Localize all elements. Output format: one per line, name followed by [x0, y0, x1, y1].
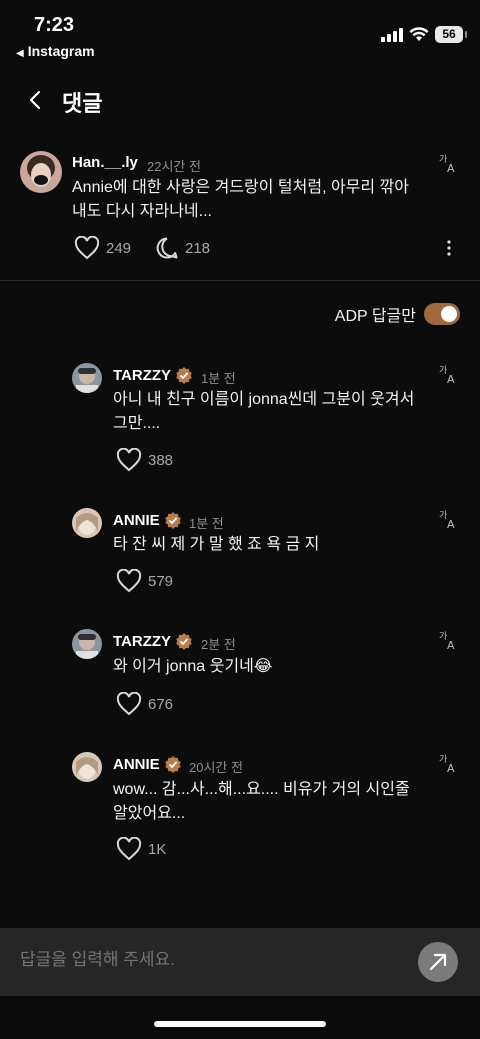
status-time: 7:23 [34, 14, 75, 36]
comment-bubble-icon [156, 237, 178, 259]
avatar[interactable] [72, 508, 102, 538]
wifi-icon [409, 27, 429, 41]
svg-text:A: A [447, 162, 455, 174]
reply-text: 와 이거 jonna 웃기네😂 [113, 655, 453, 679]
reply-text-line: 아니 내 친구 이름이 jonna씬데 그분이 웃겨서 [113, 391, 415, 408]
translate-icon[interactable]: 가 A [438, 152, 460, 174]
verified-badge-icon [176, 366, 192, 384]
reply-username-text: ANNIE [113, 756, 160, 773]
comment-text-line: Annie에 대한 사랑은 겨드랑이 털처럼, 아무리 깎아 [72, 179, 409, 196]
reply-username[interactable]: TARZZY [113, 366, 193, 384]
like-count: 1K [148, 840, 167, 858]
svg-text:A: A [447, 518, 455, 530]
status-bar: 7:23 ◀ Instagram 56 [0, 0, 480, 64]
divider [0, 280, 480, 281]
svg-text:A: A [447, 373, 455, 385]
reply-text: 타 잔 씨 제 가 말 했 죠 욕 금 지 [113, 533, 453, 557]
back-triangle-icon: ◀ [16, 48, 24, 59]
like-button[interactable]: 676 [116, 692, 173, 716]
verified-badge-icon [176, 632, 192, 650]
home-indicator[interactable] [154, 1021, 326, 1027]
avatar[interactable] [72, 752, 102, 782]
avatar[interactable] [72, 363, 102, 393]
like-button[interactable]: 579 [116, 569, 173, 593]
comment-timestamp: 22시간 전 [147, 159, 201, 174]
svg-text:A: A [447, 639, 455, 651]
reply-text-line: 타 잔 씨 제 가 말 했 죠 욕 금 지 [113, 536, 320, 553]
reply-timestamp: 2분 전 [201, 637, 236, 652]
like-button[interactable]: 1K [116, 837, 166, 861]
filter-toggle[interactable] [424, 303, 460, 325]
reply-text: wow... 감...사...해...요.... 비유가 거의 시인줄 알았어요… [113, 778, 453, 826]
comment-username[interactable]: Han.__.ly [72, 154, 138, 171]
reply-timestamp: 1분 전 [189, 516, 224, 531]
back-app-label: Instagram [27, 43, 95, 59]
translate-icon[interactable]: 가 A [438, 363, 460, 385]
verified-badge-icon [164, 755, 181, 773]
send-arrow-icon [429, 953, 447, 971]
reply-composer [0, 928, 480, 996]
back-arrow-icon[interactable] [24, 88, 48, 112]
reply-count: 218 [185, 239, 211, 257]
reply-text-line: 그만.... [113, 415, 161, 432]
comment-text-line: 내도 다시 자라나네... [72, 203, 212, 220]
heart-icon [116, 692, 142, 716]
reply-count-button[interactable]: 218 [155, 236, 210, 260]
cellular-signal-icon [381, 28, 403, 42]
like-count: 249 [106, 239, 132, 257]
verified-badge-icon [164, 511, 181, 529]
like-count: 579 [148, 572, 174, 590]
reply-text-line: 알았어요... [113, 805, 186, 822]
battery-indicator: 56 [435, 26, 467, 43]
avatar[interactable] [20, 151, 62, 193]
like-button[interactable]: 388 [116, 448, 173, 472]
reply-timestamp: 20시간 전 [189, 760, 243, 775]
heart-icon [116, 569, 142, 593]
reply-username-text: TARZZY [113, 633, 172, 650]
reply-username[interactable]: TARZZY [113, 632, 193, 650]
reply-username-text: TARZZY [113, 367, 172, 384]
adp-replies-filter[interactable]: ADP 답글만 [335, 302, 460, 326]
translate-icon[interactable]: 가 A [438, 629, 460, 651]
page-header: 댓글 [0, 80, 480, 120]
like-count: 388 [148, 451, 174, 469]
page-title: 댓글 [62, 91, 103, 116]
reply-username-text: ANNIE [113, 512, 160, 529]
like-button[interactable]: 249 [74, 236, 131, 260]
reply-timestamp: 1분 전 [201, 371, 236, 386]
reply-text: 아니 내 친구 이름이 jonna씬데 그분이 웃겨서 그만.... [113, 388, 453, 436]
send-button[interactable] [418, 942, 458, 982]
filter-label: ADP 답글만 [334, 308, 416, 325]
reply-username[interactable]: ANNIE [113, 511, 182, 529]
like-count: 676 [148, 695, 174, 713]
reply-username[interactable]: ANNIE [113, 755, 182, 773]
toggle-knob [441, 306, 457, 322]
back-to-app-link[interactable]: ◀ Instagram [16, 43, 95, 59]
translate-icon[interactable]: 가 A [438, 752, 460, 774]
reply-text-line: wow... 감...사...해...요.... 비유가 거의 시인줄 [113, 781, 410, 798]
heart-icon [74, 236, 100, 260]
heart-icon [116, 448, 142, 472]
comment-text: Annie에 대한 사랑은 겨드랑이 털처럼, 아무리 깎아 내도 다시 자라나… [72, 176, 452, 224]
reply-text-line: 와 이거 jonna 웃기네😂 [113, 658, 273, 675]
avatar[interactable] [72, 629, 102, 659]
translate-icon[interactable]: 가 A [438, 508, 460, 530]
more-options-icon[interactable] [446, 239, 452, 257]
svg-text:A: A [447, 762, 455, 774]
reply-input[interactable] [20, 950, 400, 970]
heart-icon [116, 837, 142, 861]
